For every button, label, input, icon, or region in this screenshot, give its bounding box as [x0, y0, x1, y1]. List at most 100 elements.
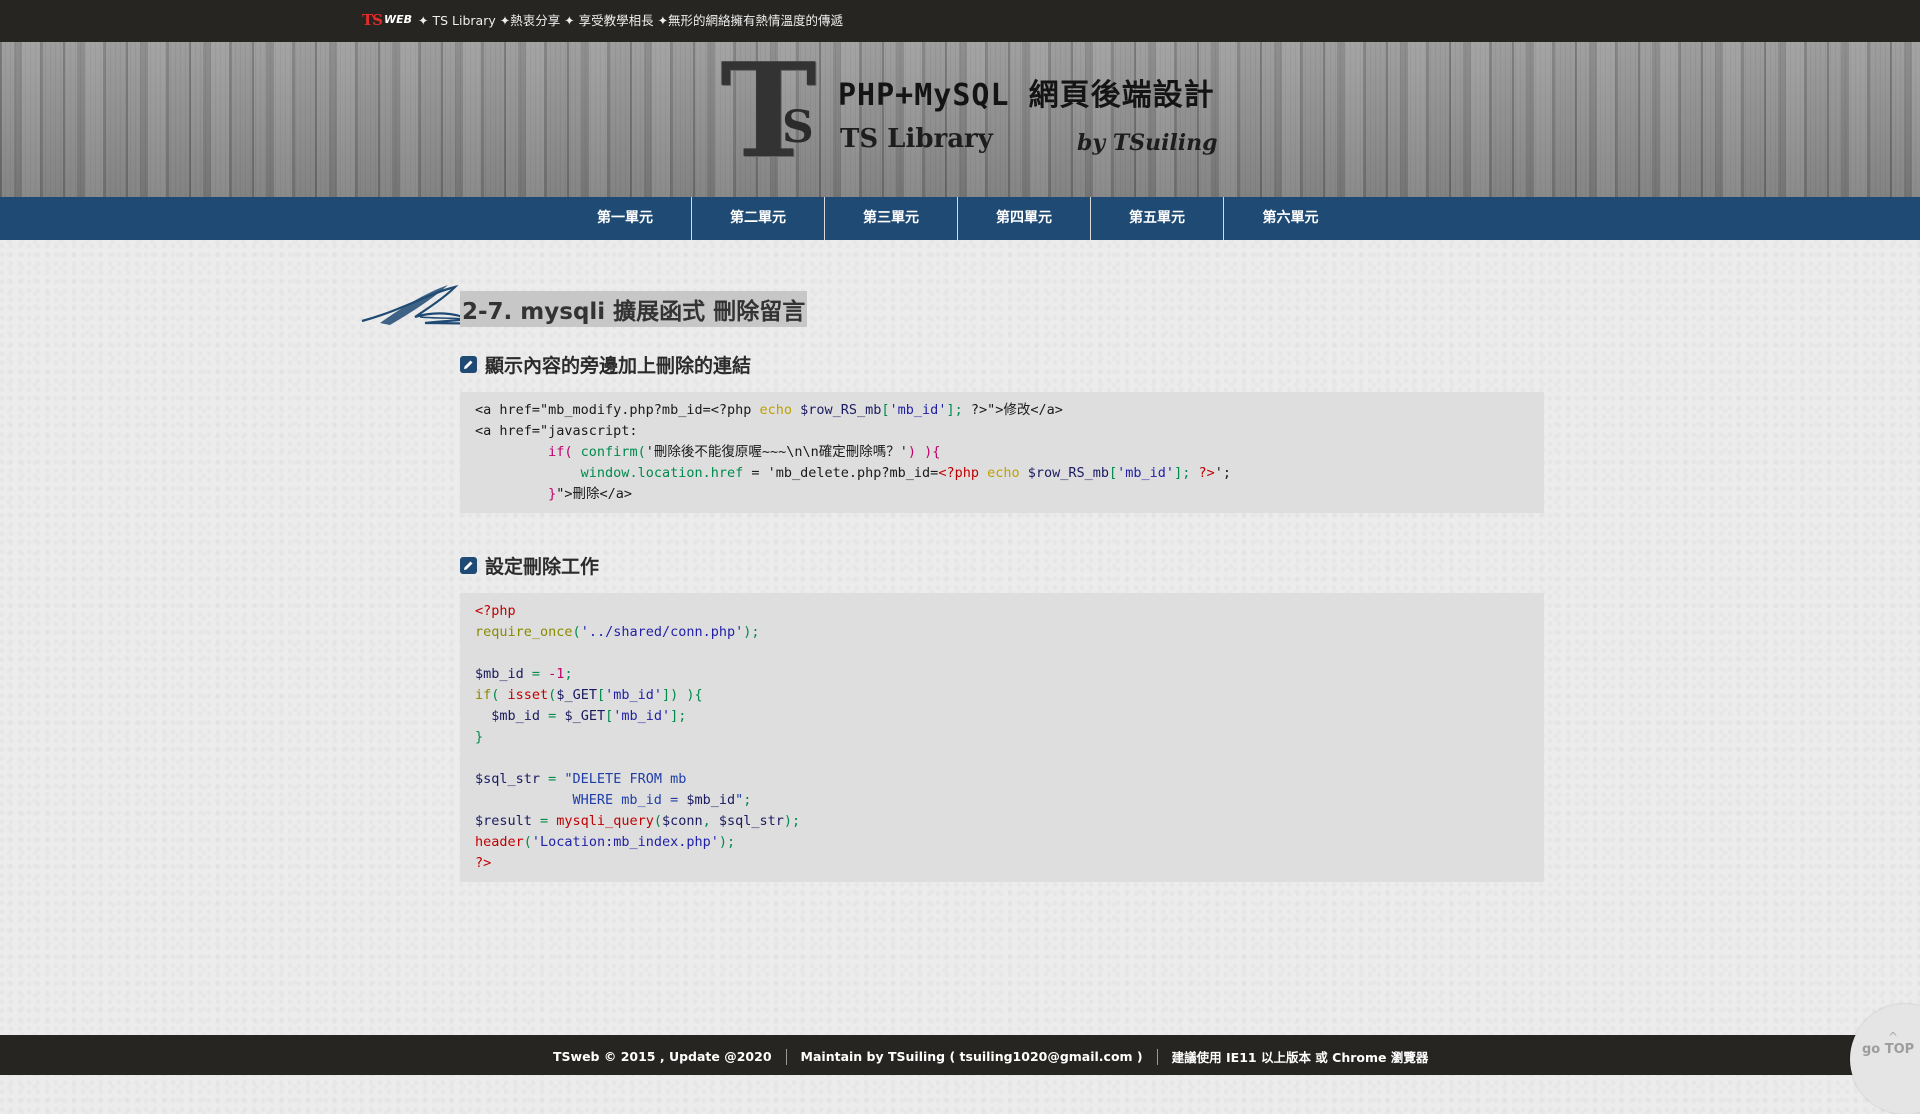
code-token: 'mb_id'	[1117, 465, 1175, 481]
footer-maintainer[interactable]: Maintain by TSuiling ( tsuiling1020@gmai…	[801, 1049, 1143, 1064]
edit-icon	[460, 356, 477, 373]
footer-copyright: TSweb © 2015 , Update @2020	[553, 1049, 772, 1064]
code-token: $sql_str	[718, 813, 784, 829]
code-token: 'mb_id'	[605, 687, 662, 703]
code-token: (	[523, 834, 532, 850]
section-title-delete-task: 設定刪除工作	[460, 552, 599, 579]
code-line: window.location.href = 'mb_delete.php?mb…	[475, 463, 1529, 484]
code-token: =	[531, 813, 557, 829]
site-mini-logo[interactable]: TS WEB	[362, 11, 412, 29]
code-line: $sql_str = "DELETE FROM mb	[475, 769, 1529, 790]
code-token: ';	[1214, 465, 1231, 481]
code-token: <a href="mb_modify.php?mb_id=<?php	[475, 402, 760, 418]
section-title-delete-link: 顯示內容的旁邊加上刪除的連結	[460, 351, 751, 378]
code-token: $row_RS_mb	[1027, 465, 1110, 481]
code-token: "DELETE FROM mb	[564, 771, 687, 787]
header-banner: T S PHP+MySQL 網頁後端設計 TS Library by TSuil…	[0, 34, 1920, 197]
edit-icon	[460, 557, 477, 574]
page-title: 2-7. mysqli 擴展函式 刪除留言	[460, 291, 808, 327]
main-nav: 第一單元 第二單元 第三單元 第四單元 第五單元 第六單元	[0, 197, 1920, 240]
footer-browser-note: 建議使用 IE11 以上版本 或 Chrome 瀏覽器	[1171, 1050, 1429, 1065]
code-token: [	[596, 687, 606, 703]
code-block-delete-task: <?php require_once('../shared/conn.php');…	[460, 593, 1544, 882]
code-token: WHERE mb_id =	[475, 792, 687, 808]
code-token: =	[540, 771, 565, 787]
code-token: ?>">修改</a>	[970, 402, 1063, 418]
code-token: if	[475, 687, 492, 703]
footer: TSweb © 2015 , Update @2020 Maintain by …	[0, 1035, 1920, 1075]
code-token: [	[881, 402, 890, 418]
code-token: );	[743, 624, 760, 640]
code-token: '../shared/conn.php'	[580, 624, 744, 640]
site-title: PHP+MySQL 網頁後端設計	[838, 78, 1215, 113]
code-token: );	[783, 813, 801, 829]
code-token: mysqli_query	[556, 813, 654, 829]
code-token: if(	[548, 444, 581, 460]
go-top-label: go TOP	[1862, 1042, 1915, 1057]
code-token: =	[523, 666, 549, 682]
code-token: ];	[1174, 465, 1199, 481]
logo-letter-s: S	[782, 102, 814, 153]
code-token: echo	[987, 465, 1028, 481]
code-token: <a href="javascript:	[475, 423, 638, 439]
code-line: }	[475, 727, 1529, 748]
code-token: $mb_id	[475, 666, 524, 682]
code-token: <?php	[938, 465, 988, 481]
top-bar: TS WEB ✦ TS Library ✦熱衷分享 ✦ 享受教學相長 ✦無形的網…	[0, 0, 1920, 42]
code-line: <a href="mb_modify.php?mb_id=<?php echo …	[475, 400, 1529, 421]
code-line: WHERE mb_id = $mb_id";	[475, 790, 1529, 811]
code-token: $conn	[661, 813, 703, 829]
nav-item-unit-3[interactable]: 第三單元	[825, 197, 958, 240]
code-token: $sql_str	[475, 771, 541, 787]
site-subtitle: TS Library	[840, 124, 993, 154]
code-token: ) ){	[907, 444, 941, 460]
code-token: (	[572, 624, 581, 640]
section-title-text: 顯示內容的旁邊加上刪除的連結	[485, 355, 752, 377]
code-line: <?php	[475, 601, 1529, 622]
code-token: ,	[702, 813, 719, 829]
ts-logo[interactable]: T S	[720, 34, 840, 187]
code-token: <?php	[475, 603, 516, 619]
code-token: $result	[475, 813, 532, 829]
site-byline: by TSuiling	[1077, 130, 1218, 156]
code-token: ]) ){	[662, 687, 703, 703]
nav-item-unit-5[interactable]: 第五單元	[1091, 197, 1224, 240]
nav-item-unit-1[interactable]: 第一單元	[559, 197, 692, 240]
code-line: $result = mysqli_query($conn, $sql_str);	[475, 811, 1529, 832]
code-token: require_once	[475, 624, 573, 640]
code-token: ;	[743, 792, 752, 808]
code-token: header	[475, 834, 524, 850]
nav-item-unit-6[interactable]: 第六單元	[1224, 197, 1357, 240]
nav-item-unit-2[interactable]: 第二單元	[692, 197, 825, 240]
site-slogan: ✦ TS Library ✦熱衷分享 ✦ 享受教學相長 ✦無形的網絡擁有熱情溫度…	[418, 13, 844, 28]
code-token: [	[1109, 465, 1118, 481]
code-token: ?>	[475, 855, 492, 871]
code-token: $mb_id	[686, 792, 736, 808]
code-line: header('Location:mb_index.php');	[475, 832, 1529, 853]
code-token: }	[475, 729, 484, 745]
code-token: =	[540, 708, 565, 724]
nav-item-unit-4[interactable]: 第四單元	[958, 197, 1091, 240]
code-token: $mb_id	[491, 708, 541, 724]
code-token: window.location.href	[580, 465, 744, 481]
code-line: }">刪除</a>	[475, 484, 1529, 505]
code-line: require_once('../shared/conn.php');	[475, 622, 1529, 643]
code-block-delete-link: <a href="mb_modify.php?mb_id=<?php echo …	[460, 392, 1544, 513]
code-token: 'mb_id'	[889, 402, 947, 418]
code-token: 'Location:mb_index.php'	[531, 834, 719, 850]
footer-divider	[785, 1048, 787, 1065]
code-line: <a href="javascript:	[475, 421, 1529, 442]
code-token: echo	[759, 402, 801, 418]
code-line: $mb_id = $_GET['mb_id'];	[475, 706, 1529, 727]
code-token: );	[718, 834, 736, 850]
code-token: $row_RS_mb	[800, 402, 882, 418]
code-token: (	[491, 687, 508, 703]
go-top-button[interactable]: ^ go TOP	[1850, 1004, 1920, 1114]
code-token: $_GET	[556, 687, 597, 703]
code-token: ?>	[1198, 465, 1215, 481]
